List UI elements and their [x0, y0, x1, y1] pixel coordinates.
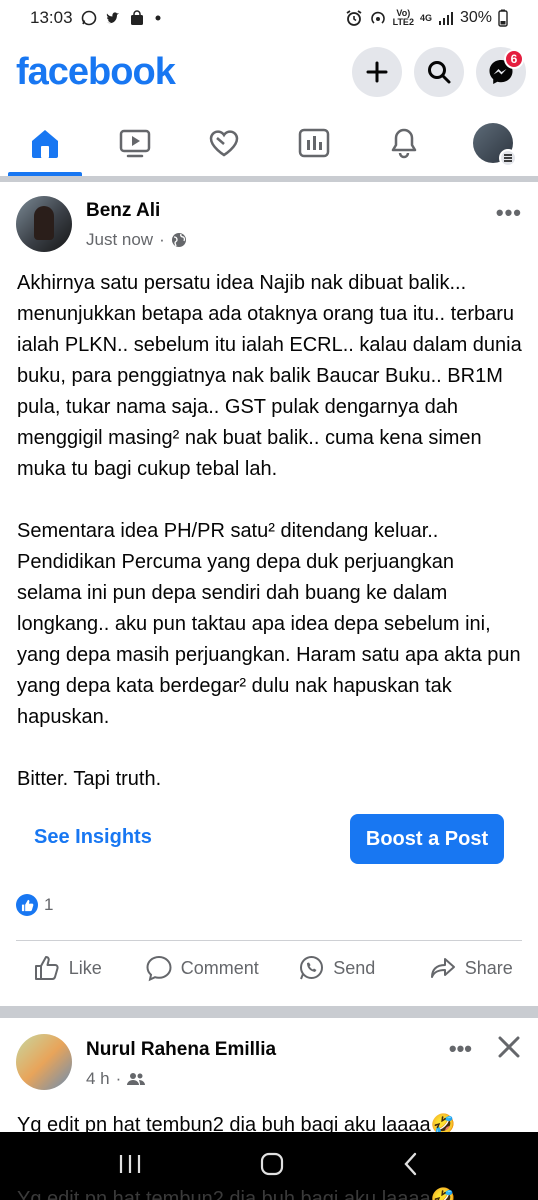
post-time[interactable]: Just now — [86, 230, 153, 250]
tab-bar — [0, 110, 538, 176]
post2-text: Yg edit pn hat tembun2 dia buh bagi aku … — [17, 1114, 456, 1134]
reaction-count: 1 — [44, 895, 54, 914]
battery-percent: 30% — [459, 9, 492, 26]
meta-dot: · — [115, 1069, 122, 1088]
recents-icon — [120, 1154, 141, 1173]
feed-separator-top — [0, 176, 538, 182]
twitter-icon — [105, 12, 119, 24]
share-icon — [430, 958, 455, 978]
meta-dot: · — [159, 230, 165, 249]
avatar[interactable] — [16, 1034, 72, 1090]
home-icon — [31, 130, 58, 158]
send-label: Send — [333, 957, 376, 978]
feed-separator — [0, 1006, 538, 1018]
menu-icon — [499, 149, 518, 167]
send-button[interactable]: Send — [269, 942, 404, 994]
post2-meta: 4 h · — [86, 1069, 146, 1089]
dashboard-icon — [298, 128, 330, 158]
app-header: facebook 6 — [0, 40, 538, 104]
home-nav-icon — [260, 1152, 284, 1175]
battery-icon — [498, 9, 508, 27]
alarm-icon — [346, 10, 362, 26]
whatsapp-send-icon — [300, 956, 324, 980]
messenger-button[interactable]: 6 — [476, 47, 526, 97]
comment-button[interactable]: Comment — [135, 942, 270, 994]
like-reaction-icon — [16, 894, 38, 916]
actions-divider — [16, 940, 522, 941]
notification-dot-icon — [155, 15, 161, 21]
post-paragraph: Bitter. Tapi truth. — [17, 768, 162, 790]
post-header: Benz Ali Just now · ••• — [16, 196, 522, 256]
shopping-bag-icon — [130, 10, 143, 25]
home-nav-button[interactable] — [259, 1151, 285, 1182]
status-time: 13:03 — [30, 8, 73, 27]
signal-icon — [438, 12, 453, 25]
whatsapp-icon — [81, 10, 96, 26]
header-actions: 6 — [352, 47, 526, 97]
tab-home[interactable] — [0, 110, 90, 176]
overlay-text: Yg edit pn hat tembun2 dia buh bagi aku … — [17, 1188, 456, 1200]
post-paragraph: Akhirnya satu persatu idea Najib nak dib… — [17, 272, 522, 480]
back-icon — [404, 1152, 416, 1175]
post-meta: Just now · — [86, 230, 187, 250]
messenger-badge: 6 — [504, 49, 524, 69]
status-bar-right: Vo) LTE2 4G 30% — [345, 9, 508, 27]
friends-icon — [127, 1073, 146, 1085]
like-button[interactable]: Like — [0, 942, 135, 994]
facebook-logo[interactable]: facebook — [16, 51, 176, 94]
hotspot-icon — [370, 11, 385, 24]
back-button[interactable] — [402, 1151, 420, 1182]
boost-post-button[interactable]: Boost a Post — [350, 814, 504, 864]
watch-icon — [119, 129, 150, 158]
search-button[interactable] — [414, 47, 464, 97]
like-label: Like — [68, 957, 102, 978]
comment-label: Comment — [180, 957, 259, 978]
tab-profile-menu[interactable] — [448, 110, 538, 176]
reaction-summary[interactable]: 1 — [16, 894, 53, 916]
comment-icon — [146, 955, 172, 982]
more-options-icon[interactable]: ••• — [449, 1036, 472, 1062]
tab-dashboard[interactable] — [269, 110, 359, 176]
share-label: Share — [464, 957, 513, 978]
search-icon — [428, 61, 451, 84]
globe-icon — [171, 233, 186, 247]
status-bar-left: 13:03 — [30, 8, 163, 28]
post-actions: Like Comment Send Share — [0, 942, 538, 994]
see-insights-link[interactable]: See Insights — [34, 826, 152, 849]
post-text: Akhirnya satu persatu idea Najib nak dib… — [17, 268, 523, 826]
profile-avatar — [473, 123, 518, 167]
tab-notifications[interactable] — [359, 110, 449, 176]
dating-icon — [209, 130, 239, 157]
more-options-icon[interactable]: ••• — [496, 200, 522, 226]
recents-button[interactable] — [118, 1153, 142, 1180]
tab-watch[interactable] — [90, 110, 180, 176]
post-paragraph: Sementara idea PH/PR satu² ditendang kel… — [17, 520, 521, 728]
tab-dating[interactable] — [179, 110, 269, 176]
avatar[interactable] — [16, 196, 72, 252]
like-icon — [34, 956, 59, 980]
notifications-icon — [391, 128, 416, 159]
share-button[interactable]: Share — [404, 942, 538, 994]
post2-time[interactable]: 4 h — [86, 1069, 110, 1089]
status-bar: 13:03 Vo) LTE2 4G 30% — [0, 0, 538, 36]
post2-header: Nurul Rahena Emillia 4 h · ••• — [16, 1034, 522, 1094]
plus-icon — [366, 61, 388, 83]
volte-indicator: Vo) LTE2 — [393, 9, 414, 27]
network-type: 4G — [419, 12, 432, 23]
post2-author[interactable]: Nurul Rahena Emillia — [86, 1039, 276, 1061]
create-button[interactable] — [352, 47, 402, 97]
volte-bottom: LTE2 — [392, 17, 414, 27]
post-author[interactable]: Benz Ali — [86, 200, 160, 222]
close-icon[interactable] — [496, 1034, 522, 1065]
